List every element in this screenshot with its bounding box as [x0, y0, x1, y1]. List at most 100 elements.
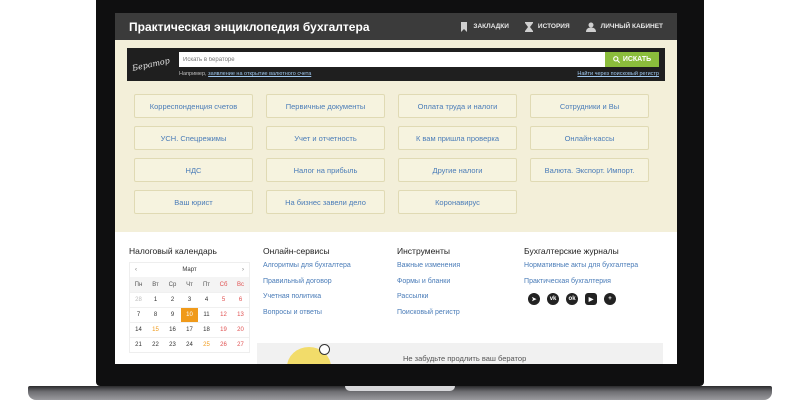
online-services-heading: Онлайн-сервисы [263, 246, 330, 256]
category-button[interactable]: Первичные документы [266, 94, 385, 118]
category-button[interactable]: Учет и отчетность [266, 126, 385, 150]
footer-section: Налоговый календарь ‹ Март › Пн Вт Ср Чт… [115, 232, 677, 364]
nav-history[interactable]: ИСТОРИЯ [524, 21, 570, 32]
odnoklassniki-icon[interactable]: ok [566, 293, 579, 305]
category-button[interactable]: Корреспонденция счетов [134, 94, 253, 118]
clock-icon [319, 344, 330, 355]
site-header: Практическая энциклопедия бухгалтера ЗАК… [115, 13, 677, 40]
search-section: Бератор ИСКАТЬ Например, заявление на от… [115, 40, 677, 90]
tool-link[interactable]: Важные изменения [397, 262, 524, 269]
calendar-next-button[interactable]: › [242, 267, 244, 273]
laptop-base [28, 386, 772, 400]
site-title[interactable]: Практическая энциклопедия бухгалтера [129, 20, 460, 34]
search-icon [612, 56, 620, 63]
tool-link[interactable]: Поисковый регистр [397, 309, 524, 316]
calendar-day[interactable]: 2 [164, 292, 181, 307]
calendar-day[interactable]: 3 [181, 292, 198, 307]
calendar-dow: Пн [130, 277, 147, 292]
calendar-day[interactable]: 8 [147, 307, 164, 322]
calendar-day[interactable]: 1 [147, 292, 164, 307]
journal-link[interactable]: Практическая бухгалтерия [524, 278, 663, 285]
plus-icon[interactable]: + [604, 293, 617, 305]
footer-columns: Налоговый календарь ‹ Март › Пн Вт Ср Чт… [129, 246, 663, 353]
nav-bookmarks[interactable]: ЗАКЛАДКИ [460, 21, 509, 32]
category-button[interactable]: Ваш юрист [134, 190, 253, 214]
service-link[interactable]: Вопросы и ответы [263, 309, 397, 316]
category-button[interactable]: УСН. Спецрежимы [134, 126, 253, 150]
category-button[interactable]: НДС [134, 158, 253, 182]
search-column: ИСКАТЬ Например, заявление на открытие в… [179, 52, 659, 77]
calendar-day[interactable]: 19 [215, 322, 232, 337]
category-button[interactable]: Валюта. Экспорт. Импорт. [530, 158, 649, 182]
calendar-day[interactable]: 9 [164, 307, 181, 322]
bookmark-icon [461, 21, 468, 32]
nav-history-label: ИСТОРИЯ [537, 23, 570, 30]
category-button[interactable]: Другие налоги [398, 158, 517, 182]
search-input[interactable] [179, 52, 605, 67]
calendar-day[interactable]: 26 [215, 337, 232, 352]
calendar-day[interactable]: 21 [130, 337, 147, 352]
category-button[interactable]: Коронавирус [398, 190, 517, 214]
tool-link[interactable]: Формы и бланки [397, 278, 524, 285]
category-button[interactable]: К вам пришла проверка [398, 126, 517, 150]
calendar-day[interactable]: 13 [232, 307, 249, 322]
tax-calendar-column: Налоговый календарь ‹ Март › Пн Вт Ср Чт… [129, 246, 263, 353]
calendar-day[interactable]: 28 [130, 292, 147, 307]
service-link[interactable]: Учетная политика [263, 293, 397, 300]
calendar-day[interactable]: 16 [164, 322, 181, 337]
search-button[interactable]: ИСКАТЬ [605, 52, 659, 67]
calendar-dow: Сб [215, 277, 232, 292]
calendar-day[interactable]: 27 [232, 337, 249, 352]
tool-link[interactable]: Рассылки [397, 293, 524, 300]
search-row: ИСКАТЬ [179, 52, 659, 67]
calendar-day-deadline[interactable]: 25 [198, 337, 215, 352]
calendar-day[interactable]: 22 [147, 337, 164, 352]
calendar-day-today[interactable]: 10 [181, 307, 198, 322]
calendar-day[interactable]: 5 [215, 292, 232, 307]
calendar-prev-button[interactable]: ‹ [135, 267, 137, 273]
laptop-base-notch [345, 386, 455, 391]
category-button[interactable]: На бизнес завели дело [266, 190, 385, 214]
journals-column: Бухгалтерские журналы Нормативные акты д… [524, 246, 663, 353]
journal-link[interactable]: Нормативные акты для бухгалтера [524, 262, 663, 269]
category-button[interactable]: Онлайн-кассы [530, 126, 649, 150]
category-button[interactable]: Сотрудники и Вы [530, 94, 649, 118]
search-example-link[interactable]: заявление на открытие валютного счета [208, 71, 311, 77]
calendar-day-deadline[interactable]: 15 [147, 322, 164, 337]
calendar-day[interactable]: 23 [164, 337, 181, 352]
calendar-day[interactable]: 4 [198, 292, 215, 307]
calendar-day[interactable]: 12 [215, 307, 232, 322]
youtube-icon[interactable]: ▶ [585, 293, 598, 305]
nav-account[interactable]: ЛИЧНЫЙ КАБИНЕТ [585, 22, 663, 32]
calendar-day[interactable]: 11 [198, 307, 215, 322]
category-button[interactable]: Налог на прибыль [266, 158, 385, 182]
calendar-day[interactable]: 7 [130, 307, 147, 322]
calendar-day[interactable]: 20 [232, 322, 249, 337]
user-icon [585, 22, 596, 32]
calendar-dow: Чт [181, 277, 198, 292]
calendar-day[interactable]: 18 [198, 322, 215, 337]
calendar-day[interactable]: 6 [232, 292, 249, 307]
category-grid: Корреспонденция счетов Первичные докумен… [115, 94, 677, 214]
calendar-header: ‹ Март › [130, 263, 249, 277]
calendar-dow: Пт [198, 277, 215, 292]
nav-account-label: ЛИЧНЫЙ КАБИНЕТ [600, 23, 663, 30]
service-link[interactable]: Алгоритмы для бухгалтера [263, 262, 397, 269]
telegram-icon[interactable]: ➤ [528, 293, 541, 305]
calendar-dow: Вс [232, 277, 249, 292]
vk-icon[interactable]: vk [547, 293, 560, 305]
search-box: Бератор ИСКАТЬ Например, заявление на от… [127, 48, 665, 81]
nav-bookmarks-label: ЗАКЛАДКИ [473, 23, 509, 30]
calendar-day[interactable]: 24 [181, 337, 198, 352]
calendar-day[interactable]: 14 [130, 322, 147, 337]
top-navigation: ЗАКЛАДКИ ИСТОРИЯ ЛИЧНЫЙ КАБИНЕТ [460, 21, 663, 32]
category-button[interactable]: Оплата труда и налоги [398, 94, 517, 118]
berator-signature-logo: Бератор [131, 56, 171, 73]
service-link[interactable]: Правильный договор [263, 278, 397, 285]
tax-calendar-heading: Налоговый календарь [129, 246, 217, 256]
renewal-banner[interactable]: Не забудьте продлить ваш бератор [257, 343, 663, 364]
calendar-day[interactable]: 17 [181, 322, 198, 337]
register-search-link[interactable]: Найти через поисковый регистр [577, 71, 659, 77]
tools-column: Инструменты Важные изменения Формы и бла… [397, 246, 524, 353]
social-links: ➤ vk ok ▶ + [524, 293, 663, 305]
